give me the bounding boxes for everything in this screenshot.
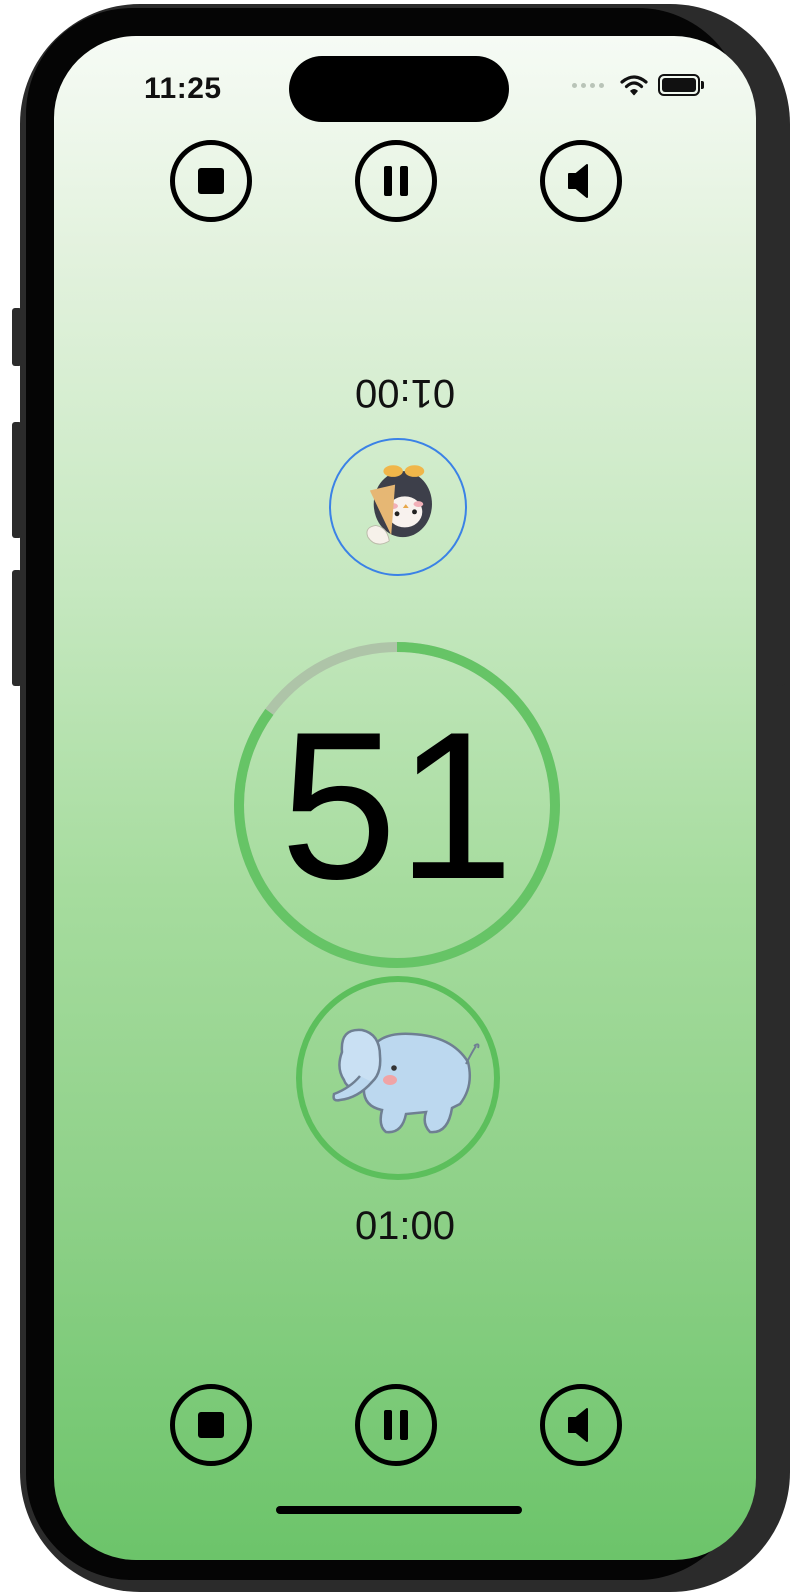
battery-icon [658,74,704,96]
penguin-icon [366,465,432,545]
top-stop-button[interactable] [170,140,252,222]
pause-icon [384,1410,408,1440]
speaker-icon [568,164,588,198]
bottom-sound-button[interactable] [540,1384,622,1466]
top-player-avatar[interactable] [329,438,467,576]
stop-icon [198,168,224,194]
signal-icon [572,82,604,88]
power-button [775,500,785,686]
top-sound-button[interactable] [540,140,622,222]
silent-switch [12,308,22,366]
bottom-player-avatar[interactable] [296,976,500,1180]
speaker-icon [568,1408,588,1442]
home-indicator[interactable] [276,1506,522,1514]
top-controls [54,140,756,230]
elephant-icon [332,1028,480,1134]
status-time: 11:25 [144,72,222,105]
bottom-pause-button[interactable] [355,1384,437,1466]
volume-up-button [12,422,22,538]
top-player-time: 01:00 [354,371,456,415]
wifi-icon [620,75,648,96]
volume-down-button [12,570,22,686]
pause-icon [384,166,408,196]
status-icons [572,74,704,96]
countdown-value: 51 [280,688,514,923]
bottom-stop-button[interactable] [170,1384,252,1466]
bottom-controls [54,1384,756,1474]
top-pause-button[interactable] [355,140,437,222]
bottom-player-time: 01:00 [354,1204,456,1248]
stop-icon [198,1412,224,1438]
dynamic-island [289,56,509,122]
app-screen: 11:25 01:00 51 01:00 [54,36,756,1560]
